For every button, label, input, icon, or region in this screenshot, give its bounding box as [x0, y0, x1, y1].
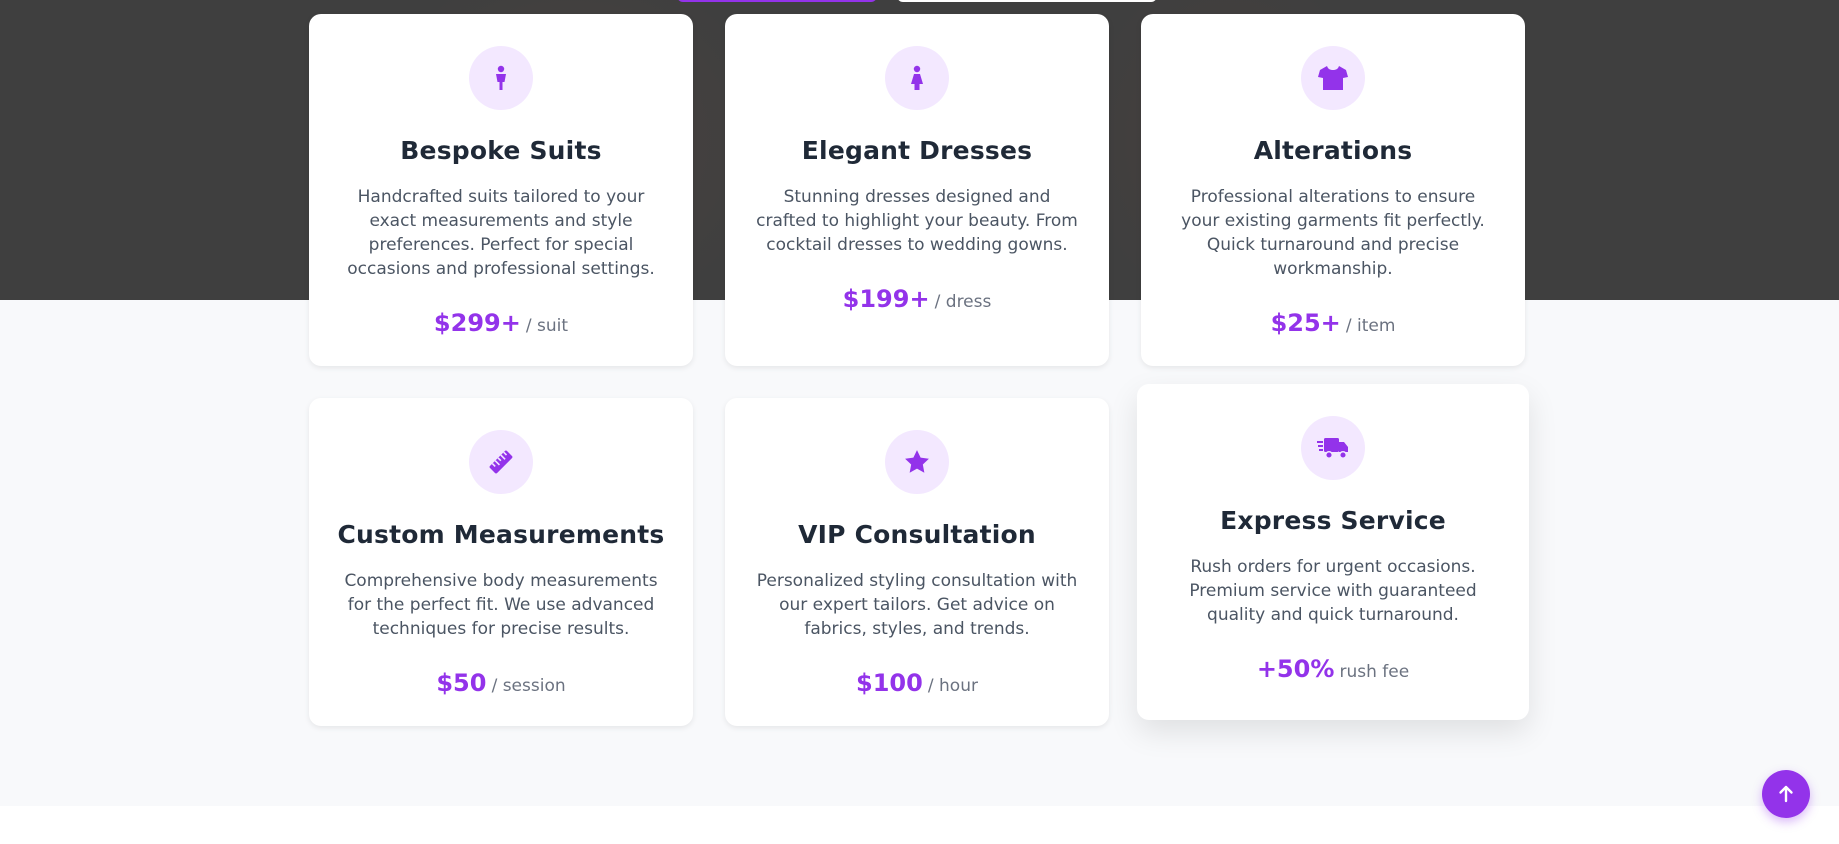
- service-card-alterations[interactable]: Alterations Professional alterations to …: [1141, 14, 1525, 366]
- shipping-fast-icon: [1317, 438, 1348, 460]
- dress-person-icon: [911, 65, 923, 90]
- service-title: Elegant Dresses: [801, 136, 1033, 165]
- service-price: $199+: [842, 285, 930, 313]
- service-title: Alterations: [1253, 136, 1413, 165]
- service-price-row: $50 / session: [309, 669, 693, 697]
- service-description: Stunning dresses designed and crafted to…: [756, 187, 1078, 255]
- service-price-row: $299+ / suit: [309, 309, 693, 337]
- hero-secondary-button[interactable]: [897, 0, 1157, 2]
- service-title: Express Service: [1220, 506, 1446, 535]
- service-title: VIP Consultation: [798, 520, 1036, 549]
- service-icon-badge: [1301, 46, 1365, 110]
- ruler-icon: [489, 450, 513, 474]
- hero-primary-button[interactable]: [677, 0, 877, 2]
- service-price: $50: [436, 669, 487, 697]
- arrow-up-icon: [1779, 785, 1793, 803]
- service-card-express-service[interactable]: Express Service Rush orders for urgent o…: [1137, 384, 1529, 720]
- service-price-unit: rush fee: [1339, 662, 1410, 682]
- scroll-to-top-button[interactable]: [1762, 770, 1810, 818]
- person-icon: [496, 65, 506, 90]
- next-section-background: [0, 806, 1839, 844]
- service-description: Comprehensive body measurements for the …: [344, 571, 658, 639]
- service-price: +50%: [1256, 655, 1335, 683]
- service-title: Custom Measurements: [337, 520, 665, 549]
- service-price: $25+: [1270, 309, 1341, 337]
- service-icon-badge: [1301, 416, 1365, 480]
- service-title: Bespoke Suits: [400, 136, 602, 165]
- service-icon-badge: [469, 46, 533, 110]
- service-price-row: $25+ / item: [1141, 309, 1525, 337]
- service-card-custom-measurements[interactable]: Custom Measurements Comprehensive body m…: [309, 398, 693, 726]
- service-card-elegant-dresses[interactable]: Elegant Dresses Stunning dresses designe…: [725, 14, 1109, 366]
- service-icon-badge: [885, 430, 949, 494]
- service-price: $100: [856, 669, 923, 697]
- service-price-row: $199+ / dress: [725, 285, 1109, 313]
- shirt-icon: [1318, 66, 1348, 90]
- service-price-row: +50% rush fee: [1137, 655, 1529, 683]
- service-description: Rush orders for urgent occasions. Premiu…: [1189, 557, 1477, 625]
- service-icon-badge: [885, 46, 949, 110]
- service-description: Personalized styling consultation with o…: [756, 571, 1078, 639]
- service-price: $299+: [433, 309, 521, 337]
- star-icon: [905, 450, 929, 473]
- service-price-unit: / item: [1345, 316, 1396, 336]
- service-description: Handcrafted suits tailored to your exact…: [347, 187, 655, 279]
- service-description: Professional alterations to ensure your …: [1181, 187, 1485, 279]
- service-price-unit: / session: [491, 676, 566, 696]
- service-price-row: $100 / hour: [725, 669, 1109, 697]
- service-price-unit: / dress: [934, 292, 992, 312]
- service-price-unit: / suit: [525, 316, 569, 336]
- service-icon-badge: [469, 430, 533, 494]
- service-card-vip-consultation[interactable]: VIP Consultation Personalized styling co…: [725, 398, 1109, 726]
- service-price-unit: / hour: [927, 676, 978, 696]
- service-card-bespoke-suits[interactable]: Bespoke Suits Handcrafted suits tailored…: [309, 14, 693, 366]
